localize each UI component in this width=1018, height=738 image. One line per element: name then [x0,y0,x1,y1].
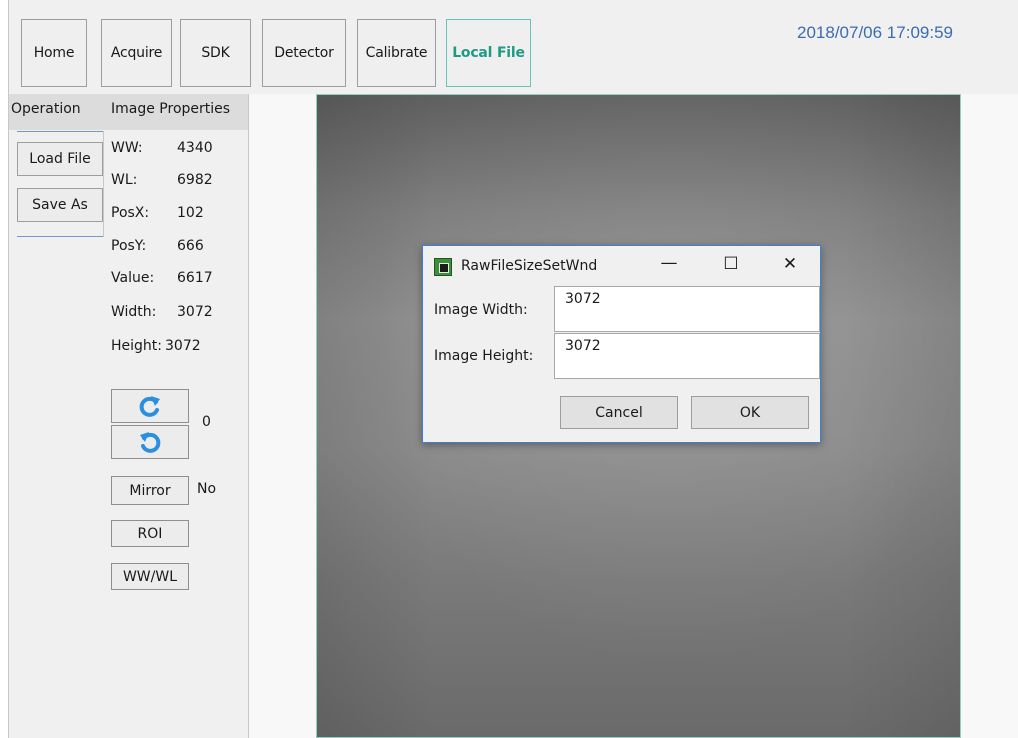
image-width-input[interactable]: 3072 [554,286,820,332]
prop-value-value: 6617 [177,270,213,286]
rotate-counterclockwise-button[interactable] [111,425,189,459]
nav-sdk-button[interactable]: SDK [180,19,251,87]
mirror-button[interactable]: Mirror [111,476,189,505]
prop-posy-label: PosY: [111,238,147,254]
tab-operation[interactable]: Operation [11,101,81,117]
roi-button[interactable]: ROI [111,520,189,547]
minimize-icon[interactable]: — [659,253,679,273]
operation-divider [103,131,104,237]
rotation-value: 0 [202,414,211,430]
maximize-icon[interactable]: ☐ [721,254,741,274]
prop-height-label: Height: [111,338,162,354]
nav-detector-button[interactable]: Detector [262,19,346,87]
prop-width-label: Width: [111,304,157,320]
tab-image-properties[interactable]: Image Properties [111,101,230,117]
cancel-button[interactable]: Cancel [560,396,678,429]
prop-posy-value: 666 [177,238,204,254]
prop-width-value: 3072 [177,304,213,320]
rotate-counterclockwise-icon [140,432,161,453]
nav-calibrate-button[interactable]: Calibrate [357,19,436,87]
image-width-label: Image Width: [434,302,528,318]
prop-ww-label: WW: [111,140,143,156]
rotate-clockwise-button[interactable] [111,389,189,423]
prop-wl-value: 6982 [177,172,213,188]
prop-ww-value: 4340 [177,140,213,156]
app-icon [434,258,452,276]
prop-value-label: Value: [111,270,155,286]
nav-local-file-button[interactable]: Local File [446,19,531,87]
prop-wl-label: WL: [111,172,138,188]
dialog-title: RawFileSizeSetWnd [461,258,598,274]
close-icon[interactable]: ✕ [780,254,800,274]
load-file-button[interactable]: Load File [17,142,103,176]
raw-file-size-dialog: RawFileSizeSetWnd — ☐ ✕ Image Width: 307… [422,245,821,443]
nav-acquire-button[interactable]: Acquire [101,19,172,87]
prop-posx-label: PosX: [111,205,150,221]
image-height-label: Image Height: [434,348,534,364]
prop-posx-value: 102 [177,205,204,221]
mirror-value: No [197,481,217,497]
prop-height-value: 3072 [165,338,201,354]
image-height-input[interactable]: 3072 [554,333,820,379]
wwwl-button[interactable]: WW/WL [111,563,189,590]
rotate-clockwise-icon [139,396,160,417]
operation-top-rule [17,131,103,132]
save-as-button[interactable]: Save As [17,188,103,222]
operation-bottom-rule [17,236,103,237]
datetime-display: 2018/07/06 17:09:59 [797,23,953,42]
ok-button[interactable]: OK [691,396,809,429]
nav-home-button[interactable]: Home [21,19,87,87]
